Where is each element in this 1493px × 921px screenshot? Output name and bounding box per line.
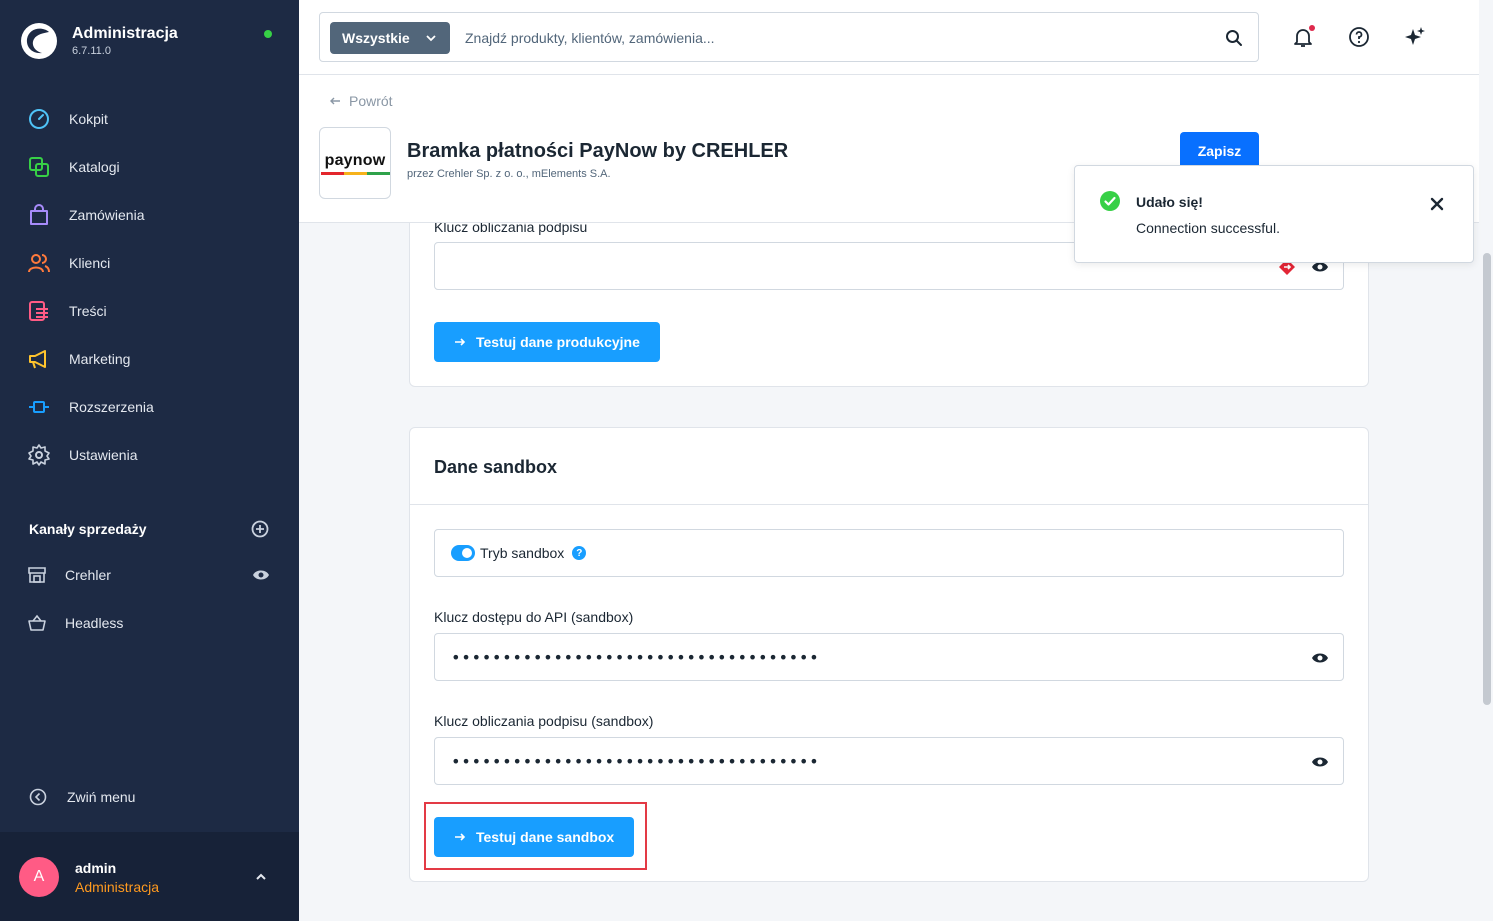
notification-title: Udało się! <box>1136 194 1203 210</box>
status-indicator <box>264 30 272 38</box>
back-label: Powrót <box>349 93 393 109</box>
sales-channels-list: Crehler Headless <box>0 551 299 647</box>
sidebar-item-label: Klienci <box>69 255 111 271</box>
sidebar-item-label: Kokpit <box>69 111 108 127</box>
orders-icon <box>30 204 48 225</box>
search-type-label: Wszystkie <box>342 30 410 46</box>
test-production-button[interactable]: Testuj dane produkcyjne <box>434 322 660 362</box>
user-role: Administracja <box>75 879 160 895</box>
success-notification: Udało się! Connection successful. <box>1074 165 1474 263</box>
sidebar-channel-headless[interactable]: Headless <box>0 599 299 647</box>
highlight-annotation <box>424 802 647 870</box>
sidebar-item-label: Zamówienia <box>69 207 145 223</box>
brand-version: 6.7.11.0 <box>72 45 111 57</box>
search-input[interactable] <box>465 26 1165 50</box>
main-nav: Kokpit Katalogi Zamówienia Klienci Treśc… <box>0 95 299 479</box>
settings-icon <box>28 444 50 466</box>
add-channel-icon[interactable] <box>251 520 269 538</box>
dashboard-icon <box>29 109 49 129</box>
sandbox-mode-field: Tryb sandbox ? <box>434 529 1344 577</box>
help-icon[interactable]: ? <box>572 546 587 560</box>
avatar: A <box>19 857 59 897</box>
sidebar-item-label: Ustawienia <box>69 447 138 463</box>
customers-icon <box>28 254 50 273</box>
channel-label: Headless <box>65 615 124 631</box>
sparkles-icon[interactable] <box>1404 26 1426 48</box>
scrollbar-thumb[interactable] <box>1483 253 1491 705</box>
eye-icon[interactable] <box>1311 755 1329 769</box>
test-production-label: Testuj dane produkcyjne <box>476 334 640 350</box>
sidebar-item-orders[interactable]: Zamówienia <box>0 191 299 239</box>
api-key-value: •••••••••••••••••••••••••••••••••••• <box>451 648 820 667</box>
search-icon[interactable] <box>1225 29 1243 47</box>
user-name: admin <box>75 860 117 876</box>
sandbox-signature-field[interactable]: •••••••••••••••••••••••••••••••••••• <box>434 737 1344 785</box>
brand-title: Administracja <box>72 25 178 42</box>
sandbox-mode-toggle[interactable] <box>451 545 475 561</box>
eye-icon[interactable] <box>252 568 270 582</box>
sidebar-item-extensions[interactable]: Rozszerzenia <box>0 383 299 431</box>
marketing-icon <box>29 350 46 369</box>
shopware-logo-icon <box>21 23 57 59</box>
sandbox-mode-label: Tryb sandbox <box>480 545 565 561</box>
eye-icon[interactable] <box>1311 651 1329 665</box>
sandbox-signature-value: •••••••••••••••••••••••••••••••••••• <box>451 752 820 771</box>
collapse-menu-label: Zwiń menu <box>67 789 136 805</box>
back-link[interactable]: Powrót <box>329 93 393 109</box>
sidebar-channel-crehler[interactable]: Crehler <box>0 551 299 599</box>
sandbox-card-title: Dane sandbox <box>434 457 558 477</box>
sidebar-item-label: Katalogi <box>69 159 120 175</box>
sidebar-item-dashboard[interactable]: Kokpit <box>0 95 299 143</box>
brand[interactable]: Administracja 6.7.11.0 <box>20 22 178 60</box>
basket-icon <box>28 614 46 631</box>
storefront-icon <box>28 567 46 583</box>
help-icon[interactable] <box>1348 26 1370 48</box>
sidebar-item-customers[interactable]: Klienci <box>0 239 299 287</box>
catalog-icon <box>29 157 49 177</box>
sidebar-item-label: Marketing <box>69 351 131 367</box>
page-subtitle: przez Crehler Sp. z o. o., mElements S.A… <box>407 168 611 180</box>
top-bar: Wszystkie <box>299 0 1479 75</box>
page-title: Bramka płatności PayNow by CREHLER <box>407 140 789 162</box>
check-circle-icon <box>1100 191 1120 211</box>
chevron-down-icon <box>426 35 436 42</box>
channel-label: Crehler <box>65 567 111 583</box>
collapse-menu-button[interactable]: Zwiń menu <box>29 788 135 806</box>
arrow-right-icon <box>455 338 466 346</box>
content-icon <box>29 301 48 321</box>
extensions-icon <box>29 401 49 413</box>
sidebar-item-settings[interactable]: Ustawienia <box>0 431 299 479</box>
api-key-field[interactable]: •••••••••••••••••••••••••••••••••••• <box>434 633 1344 681</box>
notification-badge <box>1309 25 1315 31</box>
sidebar-item-catalogs[interactable]: Katalogi <box>0 143 299 191</box>
app-logo-text: paynow <box>324 151 386 169</box>
sales-channels-title: Kanały sprzedaży <box>29 521 147 537</box>
sidebar-item-label: Treści <box>69 303 107 319</box>
card-divider <box>410 504 1368 505</box>
global-search: Wszystkie <box>319 12 1259 62</box>
user-menu[interactable]: A admin Administracja <box>0 832 299 921</box>
api-key-label: Klucz dostępu do API (sandbox) <box>434 609 634 625</box>
app-logo-stripe <box>320 171 390 175</box>
sandbox-signature-label: Klucz obliczania podpisu (sandbox) <box>434 713 654 729</box>
chevron-up-icon[interactable] <box>254 870 268 884</box>
sidebar: Administracja 6.7.11.0 Kokpit Katalogi Z… <box>0 0 299 921</box>
sidebar-item-content[interactable]: Treści <box>0 287 299 335</box>
sales-channels-header: Kanały sprzedaży <box>29 520 269 538</box>
arrow-left-icon <box>330 97 340 105</box>
search-type-select[interactable]: Wszystkie <box>330 22 450 54</box>
close-icon[interactable] <box>1430 197 1444 211</box>
chevron-left-circle-icon <box>29 788 47 806</box>
sidebar-item-marketing[interactable]: Marketing <box>0 335 299 383</box>
sidebar-item-label: Rozszerzenia <box>69 399 154 415</box>
notification-message: Connection successful. <box>1136 220 1280 236</box>
app-logo: paynow <box>319 127 391 199</box>
